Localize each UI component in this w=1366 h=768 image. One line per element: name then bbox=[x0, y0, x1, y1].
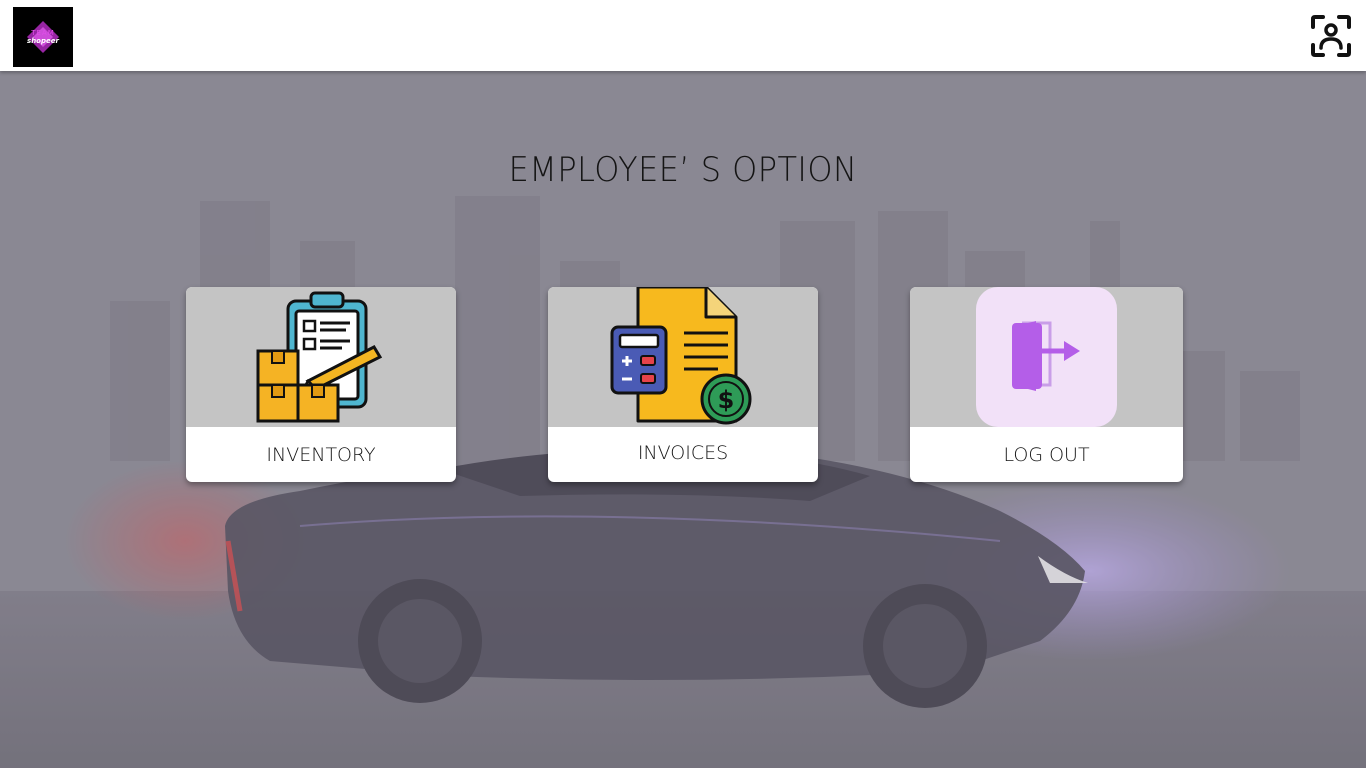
svg-text:$: $ bbox=[718, 386, 735, 414]
user-scan-icon bbox=[1311, 15, 1351, 57]
page-title: EMPLOYEE’ S OPTION bbox=[508, 150, 858, 190]
logout-card-image bbox=[910, 287, 1183, 427]
logo-text-team: TEAM bbox=[31, 28, 55, 37]
invoice-calculator-icon: $ bbox=[610, 287, 752, 425]
brand-logo[interactable]: TEAM shopeer bbox=[13, 7, 73, 67]
top-bar: TEAM shopeer bbox=[0, 0, 1366, 71]
inventory-clipboard-boxes-icon bbox=[256, 291, 383, 423]
logout-card[interactable]: LOG OUT bbox=[910, 287, 1183, 482]
inventory-card-image bbox=[186, 287, 456, 427]
invoices-card-image: $ bbox=[548, 287, 818, 427]
invoices-card-label: INVOICES bbox=[637, 441, 729, 464]
profile-button[interactable] bbox=[1310, 14, 1352, 58]
logout-card-label: LOG OUT bbox=[1003, 443, 1090, 466]
inventory-card[interactable]: INVENTORY bbox=[186, 287, 456, 482]
inventory-card-label: INVENTORY bbox=[266, 443, 376, 466]
logout-door-icon bbox=[976, 287, 1117, 427]
logo-text-brand: shopeer bbox=[27, 36, 59, 45]
invoices-card[interactable]: $ INVOICES bbox=[548, 287, 818, 482]
